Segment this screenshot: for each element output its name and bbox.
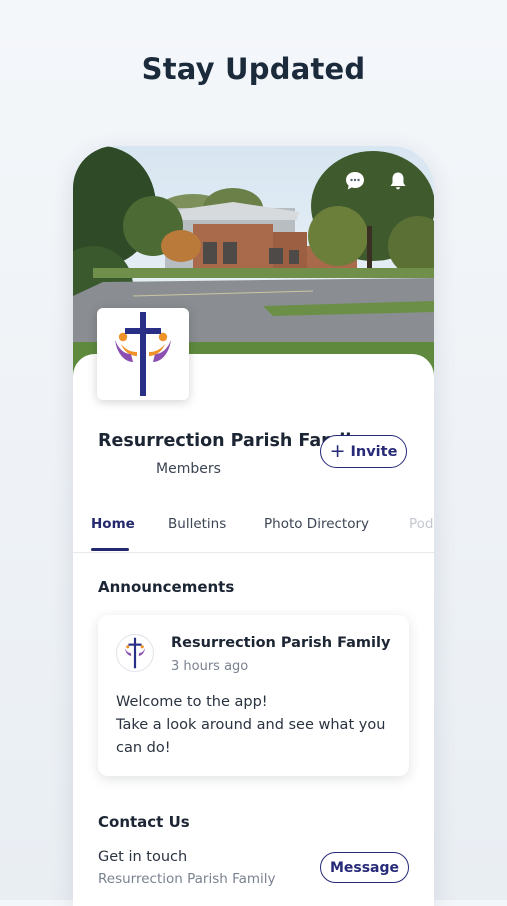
group-logo — [97, 308, 189, 400]
post-line: Welcome to the app! — [116, 694, 268, 710]
cross-logo-icon — [115, 312, 171, 396]
page-headline: Stay Updated — [141, 52, 366, 86]
members-label[interactable]: Members — [156, 461, 221, 477]
tab-bar: Home Bulletins Photo Directory Pod — [73, 510, 434, 553]
active-tab-indicator — [91, 548, 129, 551]
announcements-title: Announcements — [98, 578, 235, 596]
invite-button[interactable]: + Invite — [320, 435, 407, 468]
post-line: can do! — [116, 740, 171, 756]
author-avatar — [116, 634, 154, 672]
announcement-card[interactable]: Resurrection Parish Family 3 hours ago W… — [98, 615, 409, 776]
bell-icon[interactable] — [385, 168, 411, 194]
post-body: Welcome to the app! Take a look around a… — [116, 691, 401, 760]
post-line: Take a look around and see what you — [116, 717, 386, 733]
post-author: Resurrection Parish Family — [171, 635, 391, 651]
tab-home[interactable]: Home — [91, 516, 135, 532]
message-button[interactable]: Message — [320, 852, 409, 883]
chat-bubble-icon[interactable] — [342, 168, 368, 194]
post-timestamp: 3 hours ago — [171, 659, 249, 674]
phone-frame: Resurrection Parish Family Members + Inv… — [73, 146, 434, 906]
tab-pod[interactable]: Pod — [409, 516, 434, 532]
tab-bulletins[interactable]: Bulletins — [168, 516, 226, 532]
contact-subtitle: Resurrection Parish Family — [98, 871, 276, 887]
contact-heading: Get in touch — [98, 849, 188, 865]
tab-photo-directory[interactable]: Photo Directory — [264, 516, 369, 532]
cross-logo-icon — [124, 637, 146, 669]
contact-title: Contact Us — [98, 813, 190, 831]
invite-label: Invite — [350, 443, 398, 460]
plus-icon: + — [329, 440, 346, 462]
